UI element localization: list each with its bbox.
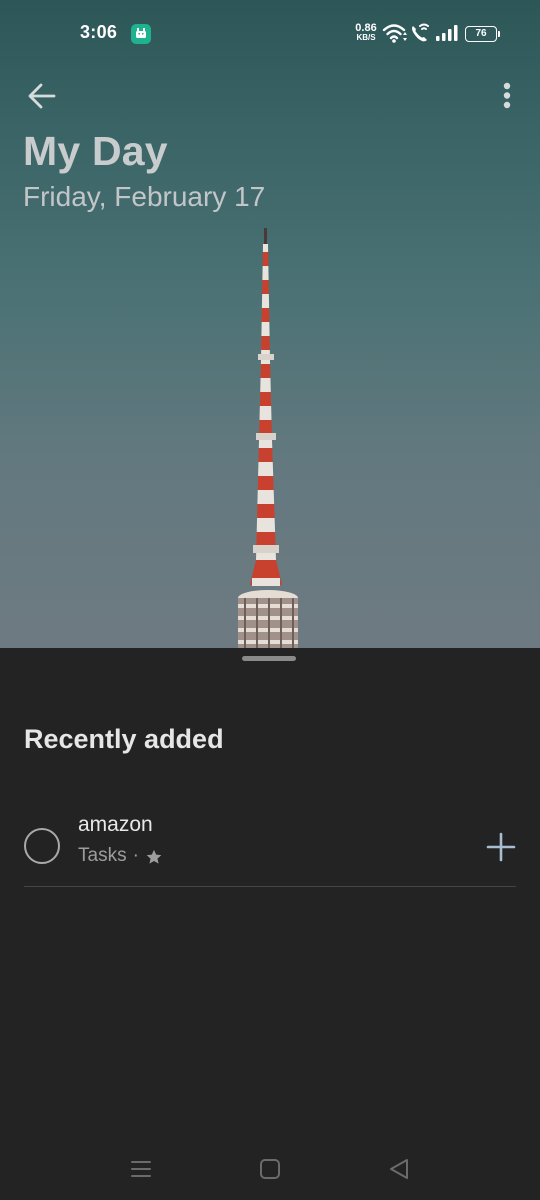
recent-apps-icon xyxy=(131,1161,151,1177)
section-title: Recently added xyxy=(24,724,224,754)
page-title: My Day xyxy=(23,128,168,174)
tv-tower-image xyxy=(238,228,298,650)
home-button[interactable] xyxy=(257,1156,283,1187)
background-image xyxy=(0,0,540,660)
plus-icon xyxy=(486,832,516,862)
wifi-icon xyxy=(382,22,408,49)
add-to-my-day-button[interactable] xyxy=(482,828,520,866)
task-meta: Tasks · xyxy=(78,845,163,867)
meta-separator: · xyxy=(132,845,139,866)
my-day-screen: 3:06 0.86 KB/S 76 My Day Friday, Februar… xyxy=(0,0,540,1200)
more-options-button[interactable] xyxy=(490,76,524,116)
more-vertical-icon xyxy=(503,82,511,109)
task-row[interactable]: amazon Tasks · xyxy=(24,808,516,887)
signal-icon xyxy=(435,22,459,49)
app-notification-icon xyxy=(131,24,151,44)
home-icon xyxy=(260,1159,280,1179)
system-navigation-bar xyxy=(0,1140,540,1200)
status-bar: 3:06 0.86 KB/S 76 xyxy=(0,0,540,68)
wifi-calling-icon xyxy=(409,22,431,49)
network-speed-value: 0.86 xyxy=(355,22,377,34)
suggestions-sheet: Recently added amazon Tasks · xyxy=(0,648,540,1200)
back-button[interactable] xyxy=(22,76,62,116)
complete-task-checkbox[interactable] xyxy=(24,828,60,864)
recent-apps-button[interactable] xyxy=(128,1156,154,1187)
star-icon xyxy=(146,849,162,864)
task-title: amazon xyxy=(78,813,153,836)
back-nav-button[interactable] xyxy=(386,1156,412,1187)
status-time: 3:06 xyxy=(80,22,118,42)
page-date: Friday, February 17 xyxy=(23,181,266,212)
arrow-left-icon xyxy=(28,83,56,109)
network-speed: 0.86 KB/S xyxy=(352,23,380,43)
battery-icon: 76 xyxy=(465,26,500,42)
back-triangle-icon xyxy=(390,1159,408,1179)
network-speed-unit: KB/S xyxy=(356,33,376,42)
task-list-name: Tasks xyxy=(78,845,127,866)
drag-handle[interactable] xyxy=(242,656,296,661)
